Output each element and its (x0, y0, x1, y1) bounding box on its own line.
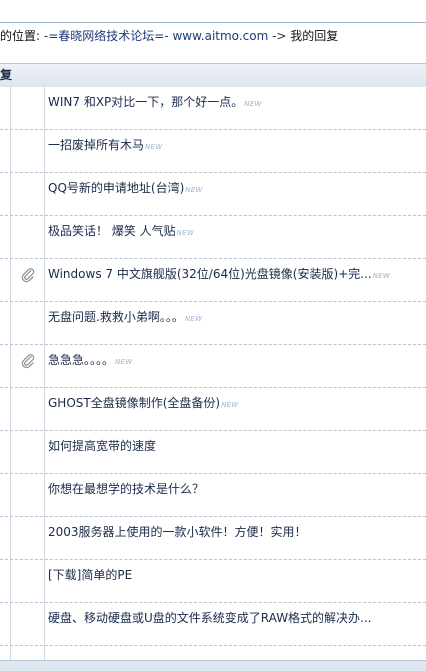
new-badge: NEW (244, 100, 262, 108)
topic-title-text: 极品笑话！ 爆笑 人气贴 (48, 224, 176, 238)
topic-title-link[interactable]: 极品笑话！ 爆笑 人气贴NEW (48, 216, 194, 258)
topic-title-link[interactable]: 无盘问题.救救小弟啊。。。NEW (48, 302, 202, 344)
table-row: WIN7 和XP对比一下，那个好一点。NEW (0, 87, 426, 130)
table-row: GHOST全盘镜像制作(全盘备份)NEW (0, 388, 426, 431)
table-row: QQ号新的申请地址(台湾)NEW (0, 173, 426, 216)
table-row: 2003服务器上使用的一款小软件！方便！实用！ (0, 517, 426, 560)
table-row: 急急急。。。。NEW (0, 345, 426, 388)
topic-title-text: QQ号新的申请地址(台湾) (48, 181, 185, 195)
new-badge: NEW (115, 358, 133, 366)
table-row: 无盘问题.救救小弟啊。。。NEW (0, 302, 426, 345)
new-badge: NEW (176, 229, 195, 237)
table-row: 极品笑话！ 爆笑 人气贴NEW (0, 216, 426, 259)
topic-title-text: 急急急。。。。 (48, 353, 115, 367)
topic-title-link[interactable]: 硬盘、移动硬盘或U盘的文件系统变成了RAW格式的解决办... (48, 603, 372, 645)
topic-title-link[interactable]: GHOST全盘镜像制作(全盘备份)NEW (48, 388, 239, 430)
topic-title-text: 2003服务器上使用的一款小软件！方便！实用！ (48, 525, 307, 539)
topic-title-link[interactable]: QQ号新的申请地址(台湾)NEW (48, 173, 203, 215)
topic-title-text: 一招废掉所有木马 (48, 138, 145, 152)
topic-title-link[interactable]: 2003服务器上使用的一款小软件！方便！实用！ (48, 517, 307, 559)
new-badge: NEW (372, 272, 391, 280)
header-title: 复 (0, 68, 13, 82)
breadcrumb-separator: -> (268, 29, 291, 43)
paperclip-icon (20, 353, 36, 369)
breadcrumb-forum-link[interactable]: -=春晓网络技术论坛=- www.aitmo.com (44, 29, 268, 43)
topic-title-link[interactable]: 一招废掉所有木马NEW (48, 130, 163, 172)
table-row: 硬盘、移动硬盘或U盘的文件系统变成了RAW格式的解决办... (0, 603, 426, 646)
topic-title-link[interactable]: [下载]简单的PE (48, 560, 132, 602)
topic-title-text: 如何提高宽带的速度 (48, 439, 157, 453)
table-header: 复 (0, 63, 426, 88)
new-badge: NEW (185, 186, 203, 194)
new-badge: NEW (221, 401, 239, 409)
table-row: Windows 7 中文旗舰版(32位/64位)光盘镜像(安装版)+完...NE… (0, 259, 426, 302)
new-badge: NEW (145, 143, 163, 151)
paperclip-icon (20, 267, 36, 283)
spacer (0, 49, 426, 63)
topic-title-text: Windows 7 中文旗舰版(32位/64位)光盘镜像(安装版)+完... (48, 267, 372, 281)
table-row: [下载]简单的PE (0, 560, 426, 603)
topic-title-text: 无盘问题.救救小弟啊。。。 (48, 310, 184, 324)
topic-title-link[interactable]: Windows 7 中文旗舰版(32位/64位)光盘镜像(安装版)+完...NE… (48, 259, 390, 301)
topic-title-link[interactable]: WIN7 和XP对比一下，那个好一点。NEW (48, 87, 262, 129)
topic-title-text: [下载]简单的PE (48, 568, 133, 582)
breadcrumb: 的位置: -=春晓网络技术论坛=- www.aitmo.com -> 我的回复 (0, 22, 426, 49)
topic-title-text: 硬盘、移动硬盘或U盘的文件系统变成了RAW格式的解决办... (48, 611, 372, 625)
topic-table: WIN7 和XP对比一下，那个好一点。NEW 一招废掉所有木马NEW QQ号新的申请… (0, 87, 426, 670)
topic-title-link[interactable]: 你想在最想学的技术是什么？ (48, 474, 204, 516)
topic-title-text: WIN7 和XP对比一下，那个好一点。 (48, 95, 244, 109)
topic-title-text: GHOST全盘镜像制作(全盘备份) (48, 396, 221, 410)
table-row: 如何提高宽带的速度 (0, 431, 426, 474)
breadcrumb-prefix: 的位置: (0, 29, 44, 43)
new-badge: NEW (184, 315, 203, 323)
topic-title-text: 你想在最想学的技术是什么？ (48, 482, 205, 496)
topic-title-link[interactable]: 如何提高宽带的速度 (48, 431, 156, 473)
bottom-strip (0, 660, 426, 671)
table-row: 你想在最想学的技术是什么？ (0, 474, 426, 517)
breadcrumb-current: 我的回复 (290, 29, 339, 43)
table-row: 一招废掉所有木马NEW (0, 130, 426, 173)
topic-title-link[interactable]: 急急急。。。。NEW (48, 345, 133, 387)
top-strip (0, 0, 426, 22)
